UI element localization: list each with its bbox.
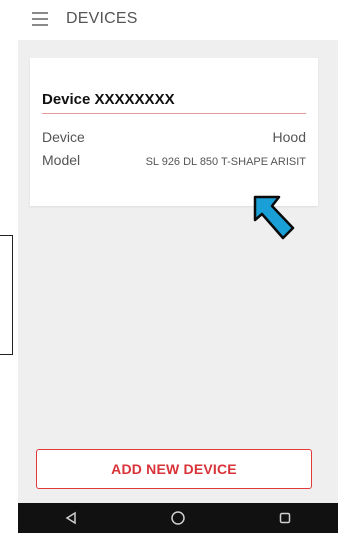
- hamburger-menu-icon[interactable]: [32, 12, 48, 26]
- recents-square-icon[interactable]: [275, 508, 295, 528]
- add-new-device-button[interactable]: ADD NEW DEVICE: [36, 449, 312, 489]
- system-nav-bar: [18, 503, 338, 533]
- app-bar: DEVICES: [18, 0, 338, 40]
- card-divider: [42, 113, 306, 114]
- annotation-arrow-icon: [253, 195, 295, 240]
- home-circle-icon[interactable]: [168, 508, 188, 528]
- app-screen: DEVICES Device XXXXXXXX Device Hood Mode…: [18, 0, 338, 533]
- device-card[interactable]: Device XXXXXXXX Device Hood Model SL 926…: [30, 58, 318, 206]
- page-title: DEVICES: [66, 10, 138, 27]
- device-type-label: Device: [42, 129, 85, 145]
- device-name: Device XXXXXXXX: [42, 91, 175, 108]
- model-row: Model SL 926 DL 850 T-SHAPE ARISIT: [42, 152, 306, 168]
- device-type-row: Device Hood: [42, 129, 306, 145]
- model-value: SL 926 DL 850 T-SHAPE ARISIT: [145, 156, 306, 168]
- device-type-value: Hood: [272, 129, 306, 145]
- left-edge-frame: [0, 235, 13, 355]
- model-label: Model: [42, 152, 81, 168]
- back-triangle-icon[interactable]: [61, 508, 81, 528]
